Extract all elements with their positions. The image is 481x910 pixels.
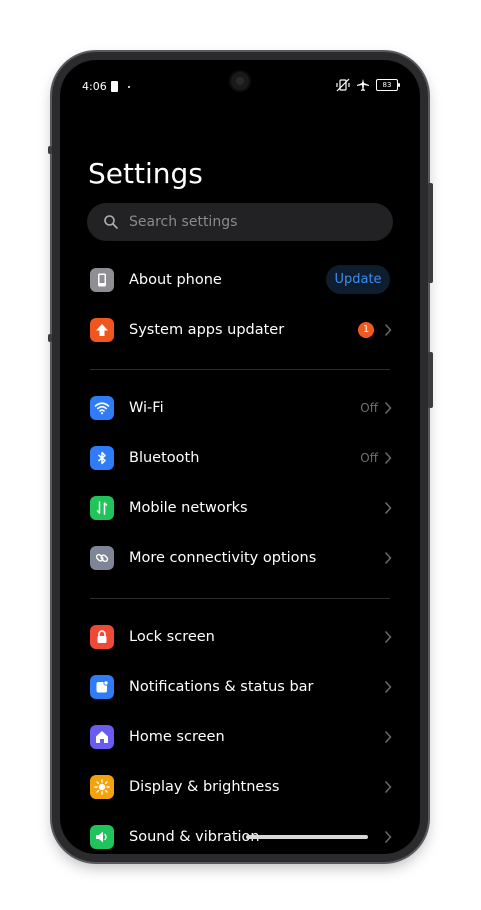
- about-phone-item[interactable]: About phone Update: [60, 259, 420, 303]
- bluetooth-icon: [90, 446, 114, 470]
- notification-dot-icon: [128, 86, 130, 88]
- more-connectivity-item[interactable]: More connectivity options: [60, 537, 420, 581]
- phone-info-icon: [90, 268, 114, 292]
- power-button: [428, 352, 433, 408]
- mobile-networks-item[interactable]: Mobile networks: [60, 487, 420, 531]
- chevron-right-icon: [384, 401, 392, 415]
- notifications-status-bar-item[interactable]: Notifications & status bar: [60, 666, 420, 710]
- left-button-bottom: [48, 334, 52, 342]
- left-button-top: [48, 146, 52, 154]
- status-time: 4:06: [82, 80, 107, 93]
- chevron-right-icon: [384, 680, 392, 694]
- volume-button: [428, 183, 433, 283]
- arrow-up-icon: [90, 318, 114, 342]
- status-icons: 83: [336, 78, 400, 92]
- screen: 4:06 83 Settings Search settings About p…: [60, 60, 420, 854]
- sim-icon: [111, 81, 118, 92]
- lock-icon: [90, 625, 114, 649]
- chevron-right-icon: [384, 730, 392, 744]
- chevron-right-icon: [384, 830, 392, 844]
- update-button[interactable]: Update: [326, 265, 390, 294]
- item-label: System apps updater: [129, 322, 285, 338]
- lock-screen-item[interactable]: Lock screen: [60, 616, 420, 660]
- item-label: About phone: [129, 272, 222, 288]
- item-label: Lock screen: [129, 629, 215, 645]
- item-label: Sound & vibration: [129, 829, 260, 845]
- chevron-right-icon: [384, 501, 392, 515]
- mobile-data-icon: [90, 496, 114, 520]
- vibrate-off-icon: [336, 78, 350, 92]
- notification-icon: [90, 675, 114, 699]
- item-label: Notifications & status bar: [129, 679, 314, 695]
- system-apps-updater-item[interactable]: System apps updater 1: [60, 309, 420, 353]
- bluetooth-item[interactable]: Bluetooth Off: [60, 437, 420, 481]
- link-icon: [90, 546, 114, 570]
- search-icon: [104, 215, 118, 229]
- front-camera: [231, 72, 249, 90]
- search-placeholder: Search settings: [129, 214, 238, 230]
- page-title: Settings: [88, 157, 203, 190]
- display-brightness-item[interactable]: Display & brightness: [60, 766, 420, 810]
- wifi-icon: [90, 396, 114, 420]
- chevron-right-icon: [384, 451, 392, 465]
- item-label: Display & brightness: [129, 779, 280, 795]
- item-label: Mobile networks: [129, 500, 248, 516]
- chevron-right-icon: [384, 630, 392, 644]
- wifi-item[interactable]: Wi-Fi Off: [60, 387, 420, 431]
- status-bar: 4:06 83: [60, 60, 420, 100]
- search-input[interactable]: Search settings: [87, 203, 393, 241]
- speaker-icon: [90, 825, 114, 849]
- update-count-badge: 1: [358, 322, 374, 338]
- item-label: More connectivity options: [129, 550, 317, 566]
- chevron-right-icon: [384, 323, 392, 337]
- sun-icon: [90, 775, 114, 799]
- airplane-icon: [357, 79, 369, 91]
- wifi-status: Off: [360, 401, 378, 415]
- divider: [90, 369, 390, 370]
- chevron-right-icon: [384, 780, 392, 794]
- item-label: Home screen: [129, 729, 225, 745]
- item-label: Wi-Fi: [129, 400, 164, 416]
- item-label: Bluetooth: [129, 450, 200, 466]
- chevron-right-icon: [384, 551, 392, 565]
- divider: [90, 598, 390, 599]
- home-icon: [90, 725, 114, 749]
- battery-icon: 83: [376, 79, 400, 91]
- bluetooth-status: Off: [360, 451, 378, 465]
- home-indicator[interactable]: [246, 835, 368, 839]
- home-screen-item[interactable]: Home screen: [60, 716, 420, 760]
